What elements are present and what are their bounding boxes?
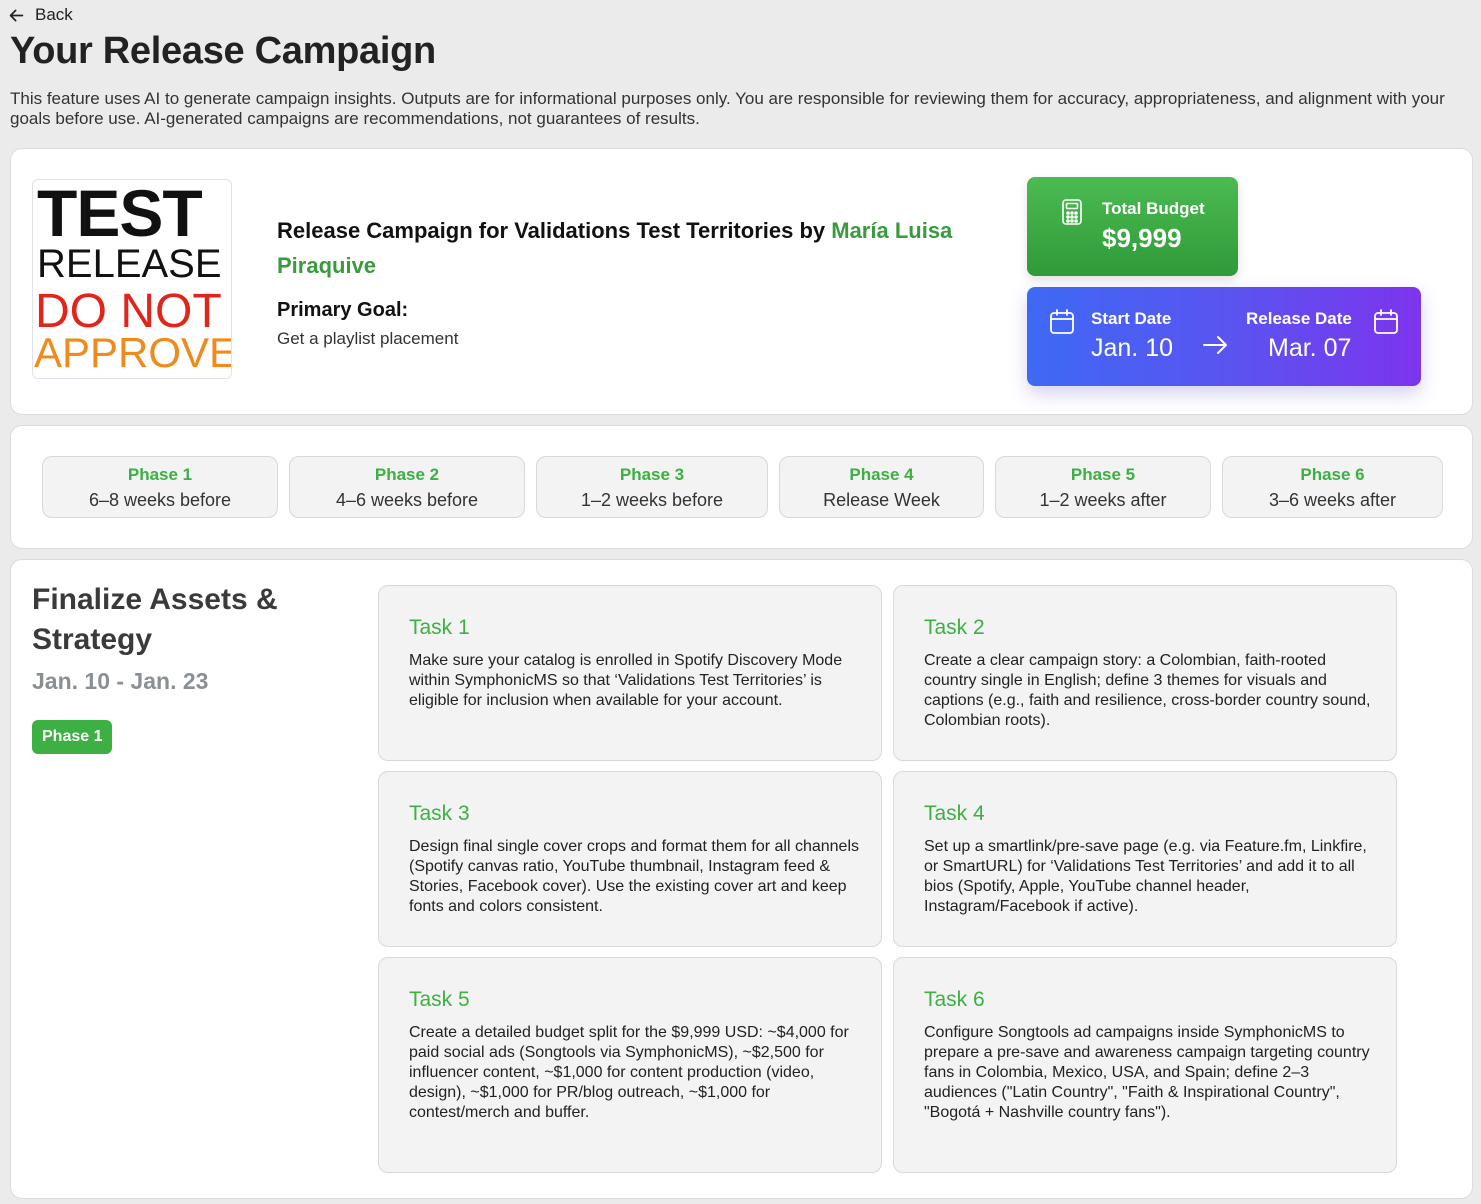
task-card: Task 2 Create a clear campaign story: a …: [893, 585, 1397, 761]
task-card: Task 4 Set up a smartlink/pre-save page …: [893, 771, 1397, 947]
page-title: Your Release Campaign: [10, 30, 436, 72]
tab-phase-2[interactable]: Phase 2 4–6 weeks before: [289, 456, 525, 518]
phase-timing: 1–2 weeks after: [1039, 490, 1167, 510]
task-card: Task 1 Make sure your catalog is enrolle…: [378, 585, 882, 761]
phase-timing: Release Week: [823, 490, 940, 510]
phase-timing: 4–6 weeks before: [335, 490, 479, 510]
task-title: Task 6: [924, 988, 985, 1011]
campaign-dates-box: Start Date Jan. 10 Release Date Mar. 07: [1027, 287, 1421, 386]
task-description: Create a clear campaign story: a Colombi…: [924, 652, 1371, 729]
task-title: Task 4: [924, 802, 985, 825]
start-date-value: Jan. 10: [1091, 334, 1174, 362]
start-date-label: Start Date: [1091, 309, 1172, 328]
tab-phase-4[interactable]: Phase 4 Release Week: [779, 456, 984, 518]
task-title: Task 5: [409, 988, 470, 1011]
phase-title: Finalize Assets & Strategy: [32, 583, 278, 656]
release-title: Release Campaign for Validations Test Te…: [277, 213, 997, 283]
phase-tabs: Phase 1 6–8 weeks before Phase 2 4–6 wee…: [10, 425, 1473, 549]
primary-goal-label: Primary Goal:: [277, 299, 409, 321]
phase-name: Phase 3: [619, 465, 685, 484]
task-card: Task 5 Create a detailed budget split fo…: [378, 957, 882, 1173]
phase-timing: 1–2 weeks before: [580, 490, 724, 510]
release-title-prefix: Release Campaign for Validations Test Te…: [277, 218, 832, 243]
phase-name: Phase 2: [374, 465, 440, 484]
tab-phase-5[interactable]: Phase 5 1–2 weeks after: [995, 456, 1211, 518]
arrow-right-icon: [1203, 336, 1227, 354]
phase-timing: 6–8 weeks before: [88, 490, 232, 510]
cover-line-2: RELEASE: [37, 242, 222, 286]
release-summary-card: TEST RELEASE DO NOT APPROVE Release Camp…: [10, 148, 1473, 415]
back-link[interactable]: Back: [8, 5, 73, 25]
task-description: Set up a smartlink/pre-save page (e.g. v…: [924, 838, 1367, 915]
total-budget-label: Total Budget: [1102, 199, 1205, 218]
task-description: Create a detailed budget split for the $…: [409, 1024, 849, 1121]
cover-line-4: APPROVE: [34, 329, 232, 376]
primary-goal-value: Get a playlist placement: [277, 329, 459, 348]
task-card: Task 3 Design final single cover crops a…: [378, 771, 882, 947]
calendar-icon: [1050, 309, 1074, 334]
phase-name: Phase 1: [127, 465, 193, 484]
arrow-left-icon: [9, 9, 24, 21]
task-description: Configure Songtools ad campaigns inside …: [924, 1024, 1370, 1121]
tab-phase-3[interactable]: Phase 3 1–2 weeks before: [536, 456, 768, 518]
release-date-label: Release Date: [1246, 309, 1352, 328]
total-budget-box: Total Budget $9,999: [1027, 177, 1238, 276]
task-description: Design final single cover crops and form…: [409, 838, 859, 915]
cover-line-1: TEST: [37, 179, 203, 250]
task-title: Task 3: [409, 802, 470, 825]
task-description: Make sure your catalog is enrolled in Sp…: [409, 652, 843, 709]
phase-detail-card: Finalize Assets & Strategy Jan. 10 - Jan…: [10, 559, 1473, 1199]
calculator-icon: [1062, 199, 1082, 225]
tab-phase-1[interactable]: Phase 1 6–8 weeks before: [42, 456, 278, 518]
task-title: Task 2: [924, 616, 985, 639]
phase-name: Phase 5: [1070, 465, 1136, 484]
back-label: Back: [35, 5, 73, 24]
calendar-icon: [1374, 309, 1398, 334]
phase-date-range: Jan. 10 - Jan. 23: [32, 668, 209, 694]
phase-name: Phase 4: [849, 465, 914, 484]
phase-badge: Phase 1: [32, 720, 113, 754]
task-card: Task 6 Configure Songtools ad campaigns …: [893, 957, 1397, 1173]
ai-disclaimer: This feature uses AI to generate campaig…: [10, 89, 1445, 128]
phase-name: Phase 6: [1300, 465, 1365, 484]
tab-phase-6[interactable]: Phase 6 3–6 weeks after: [1222, 456, 1443, 518]
task-title: Task 1: [409, 616, 470, 639]
cover-art: TEST RELEASE DO NOT APPROVE: [32, 179, 232, 379]
total-budget-value: $9,999: [1102, 223, 1182, 253]
release-date-value: Mar. 07: [1268, 334, 1352, 362]
phase-timing: 3–6 weeks after: [1268, 490, 1397, 510]
